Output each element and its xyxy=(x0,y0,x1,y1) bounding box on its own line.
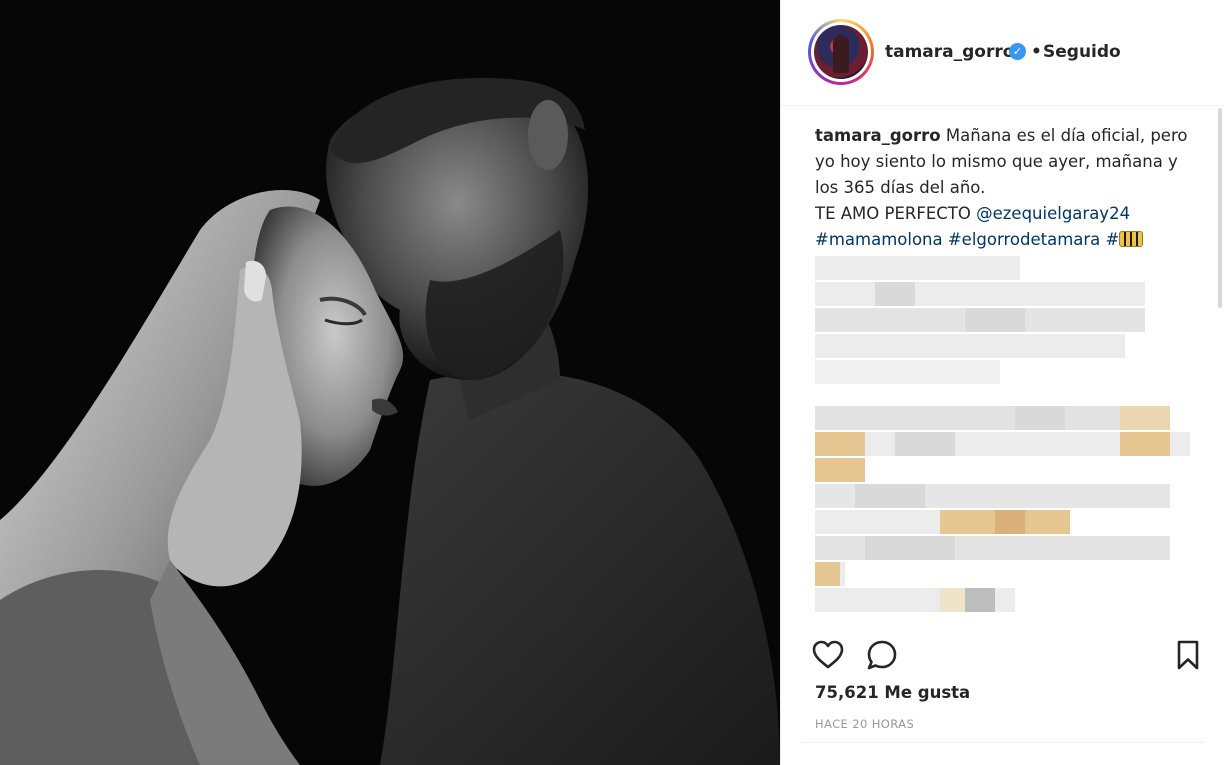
post-caption: tamara_gorro Mañana es el día oficial, p… xyxy=(815,123,1197,253)
mention-link[interactable]: @ezequielgaray24 xyxy=(976,204,1130,223)
bee-emoji-icon xyxy=(1119,231,1144,247)
post-actions-bar xyxy=(781,630,1224,680)
likes-count-link[interactable]: 75,621 Me gusta xyxy=(815,683,970,702)
post-header: tamara_gorro ✓ • Seguido xyxy=(781,0,1224,106)
avatar[interactable] xyxy=(811,22,871,82)
hashtag-link[interactable]: #mamamolona xyxy=(815,230,943,249)
comment-icon[interactable] xyxy=(865,638,899,672)
bookmark-icon[interactable] xyxy=(1171,638,1205,672)
heart-icon[interactable] xyxy=(811,638,845,672)
blurred-comments xyxy=(815,256,1190,612)
follow-status-button[interactable]: Seguido xyxy=(1043,42,1121,62)
hashtag-link[interactable]: # xyxy=(1106,230,1120,249)
post-timestamp[interactable]: HACE 20 HORAS xyxy=(815,717,914,731)
divider xyxy=(801,742,1204,743)
hashtag-link[interactable]: #elgorrodetamara xyxy=(948,230,1100,249)
caption-username-link[interactable]: tamara_gorro xyxy=(815,126,941,145)
story-ring[interactable] xyxy=(808,19,874,85)
avatar-image xyxy=(814,25,868,79)
header-separator: • xyxy=(1031,42,1042,62)
header-username-link[interactable]: tamara_gorro xyxy=(885,42,1014,62)
caption-text-2: TE AMO PERFECTO xyxy=(815,204,971,223)
post-photo[interactable] xyxy=(0,0,780,765)
verified-badge-icon: ✓ xyxy=(1009,43,1026,60)
instagram-post: tamara_gorro ✓ • Seguido tamara_gorro Ma… xyxy=(0,0,1224,765)
post-side-panel: tamara_gorro ✓ • Seguido tamara_gorro Ma… xyxy=(780,0,1224,765)
couple-photo-image xyxy=(0,0,780,765)
comments-scrollbar[interactable] xyxy=(1218,108,1222,308)
